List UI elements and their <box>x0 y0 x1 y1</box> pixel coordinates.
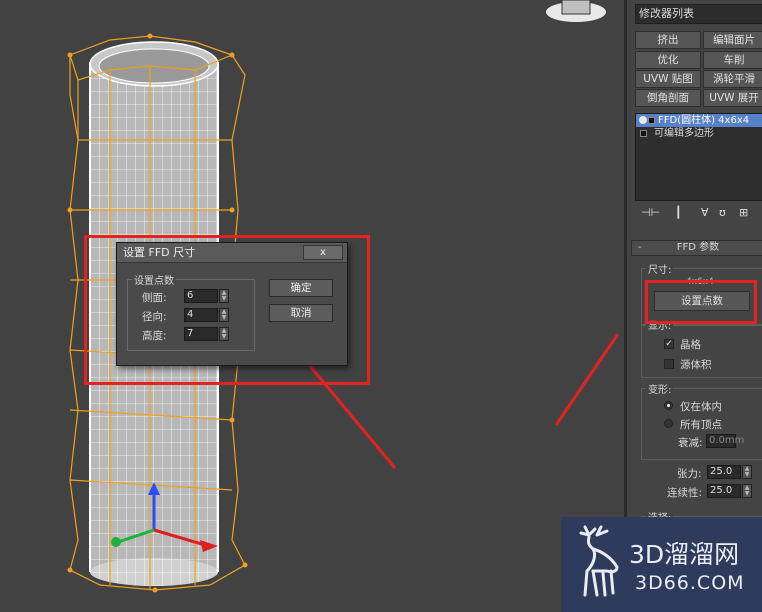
stack-item-editable-poly[interactable]: 可编辑多边形 <box>636 127 762 140</box>
expand-icon[interactable] <box>640 130 647 137</box>
watermark-brand: 3D溜溜网 <box>629 540 740 569</box>
ffd-parameters-title: FFD 参数 <box>676 242 720 253</box>
stack-item-editable-poly-label: 可编辑多边形 <box>654 128 714 139</box>
show-end-result-icon[interactable]: ┃ <box>675 206 682 219</box>
only-in-volume-radio[interactable] <box>664 401 673 410</box>
falloff-input[interactable]: 0.0mm <box>706 434 744 448</box>
bulb-icon[interactable] <box>639 116 647 124</box>
height-spinner-icon[interactable]: ▲ ▼ <box>219 327 229 341</box>
tension-input[interactable]: 25.0 <box>707 465 741 479</box>
tension-spinner-icon[interactable]: ▲ ▼ <box>742 465 752 479</box>
deform-group: 变形: 仅在体内 所有顶点 衰减: 0.0mm <box>641 381 762 460</box>
continuity-label: 连续性: <box>667 487 703 499</box>
ffd-parameters-rollout-header[interactable]: - FFD 参数 <box>631 240 762 256</box>
modifier-button-edit-patch[interactable]: 编辑面片 <box>703 31 762 49</box>
only-in-volume-label: 仅在体内 <box>680 401 722 413</box>
all-vertices-label: 所有顶点 <box>680 419 722 431</box>
tension-label: 张力: <box>677 468 702 480</box>
ok-button[interactable]: 确定 <box>269 279 333 297</box>
pin-stack-icon[interactable]: ⊣⊢ <box>641 206 660 219</box>
modifier-button-unwrap-uvw[interactable]: UVW 展开 <box>703 89 762 107</box>
falloff-label: 衰减: <box>678 437 703 449</box>
modifier-stack: FFD(圆柱体) 4x6x4 可编辑多边形 <box>635 113 762 201</box>
display-group: 显示: ✓ 晶格 源体积 <box>641 317 762 378</box>
stack-toolbar: ⊣⊢ ┃ ∀ ʊ ⊞ <box>635 205 762 223</box>
modifier-button-lathe[interactable]: 车削 <box>703 51 762 69</box>
lattice-checkbox[interactable]: ✓ <box>664 339 674 349</box>
modifier-button-uvw-map[interactable]: UVW 贴图 <box>635 70 701 88</box>
dialog-title: 设置 FFD 尺寸 x <box>117 243 347 263</box>
modifier-list-dropdown[interactable]: 修改器列表 <box>635 4 762 24</box>
sides-spinner-icon[interactable]: ▲ ▼ <box>219 289 229 303</box>
view-cube-icon[interactable] <box>546 0 606 22</box>
radial-input[interactable]: 4 <box>184 308 218 322</box>
all-vertices-radio[interactable] <box>664 419 673 428</box>
stack-item-ffd-label: FFD(圆柱体) 4x6x4 <box>658 115 750 126</box>
configure-sets-icon[interactable]: ⊞ <box>739 206 748 219</box>
collapse-icon: - <box>638 242 642 253</box>
continuity-input[interactable]: 25.0 <box>707 484 741 498</box>
height-label: 高度: <box>142 330 167 342</box>
annotation-box-set-points <box>645 280 757 324</box>
deform-label: 变形: <box>646 381 674 396</box>
cancel-button[interactable]: 取消 <box>269 304 333 322</box>
height-input[interactable]: 7 <box>184 327 218 341</box>
lattice-label: 晶格 <box>680 339 701 351</box>
remove-modifier-icon[interactable]: ʊ <box>719 206 726 219</box>
watermark-domain: 3D66.COM <box>635 572 745 594</box>
stack-item-ffd[interactable]: FFD(圆柱体) 4x6x4 <box>636 114 762 127</box>
modifier-button-bevel-profile[interactable]: 倒角剖面 <box>635 89 701 107</box>
make-unique-icon[interactable]: ∀ <box>701 206 709 219</box>
sides-input[interactable]: 6 <box>184 289 218 303</box>
set-ffd-dimensions-dialog[interactable]: 设置 FFD 尺寸 x 设置点数 侧面: 6 ▲ ▼ 径向: 4 ▲ ▼ 高度: 7… <box>116 242 348 366</box>
source-volume-checkbox[interactable] <box>664 359 674 369</box>
expand-icon[interactable] <box>648 117 655 124</box>
modifier-button-optimize[interactable]: 优化 <box>635 51 701 69</box>
dimensions-label: 尺寸: <box>646 261 674 276</box>
set-points-group: 设置点数 侧面: 6 ▲ ▼ 径向: 4 ▲ ▼ 高度: 7 ▲ ▼ <box>127 272 255 351</box>
radial-spinner-icon[interactable]: ▲ ▼ <box>219 308 229 322</box>
deer-logo-icon <box>579 525 619 597</box>
source-volume-label: 源体积 <box>680 359 712 371</box>
dialog-title-text: 设置 FFD 尺寸 <box>123 246 196 259</box>
viewport[interactable]: 设置 FFD 尺寸 x 设置点数 侧面: 6 ▲ ▼ 径向: 4 ▲ ▼ 高度: 7… <box>0 0 624 612</box>
radial-label: 径向: <box>142 311 167 323</box>
sides-label: 侧面: <box>142 292 167 304</box>
modifier-button-turbosmooth[interactable]: 涡轮平滑 <box>703 70 762 88</box>
dialog-close-button[interactable]: x <box>303 245 343 260</box>
modifier-button-extrude[interactable]: 挤出 <box>635 31 701 49</box>
watermark: 3D溜溜网 3D66.COM <box>561 517 762 612</box>
set-points-group-label: 设置点数 <box>132 272 176 287</box>
continuity-spinner-icon[interactable]: ▲ ▼ <box>742 484 752 498</box>
